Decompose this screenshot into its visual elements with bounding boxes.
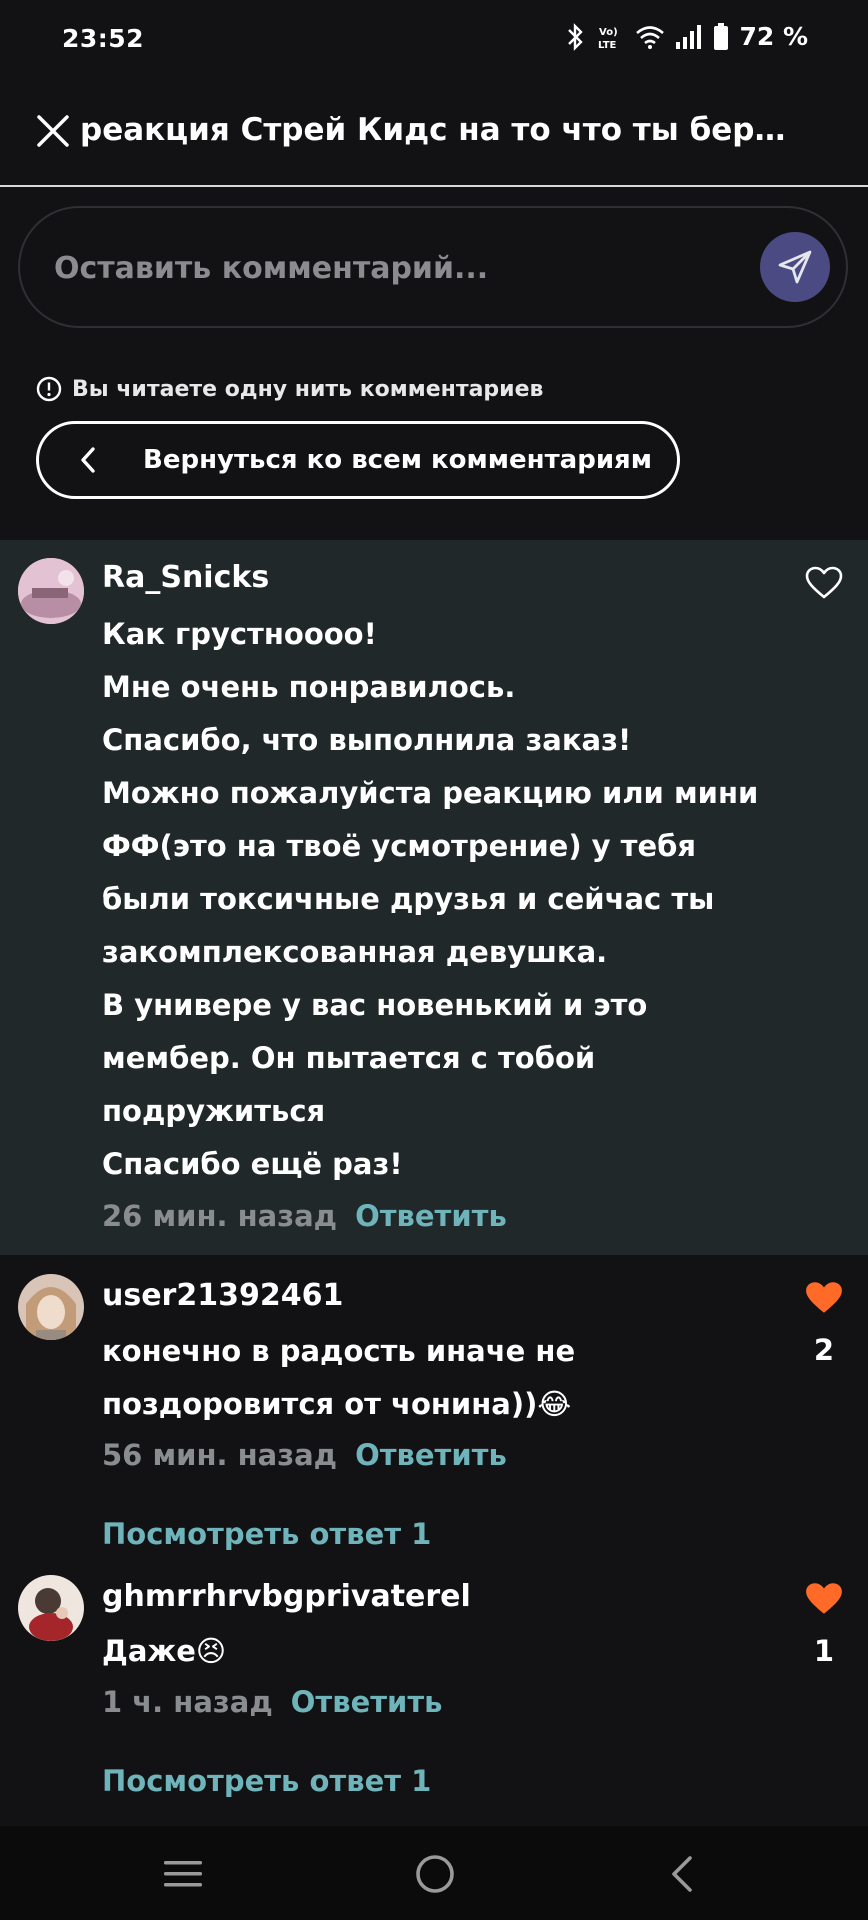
heart-filled-icon[interactable] — [804, 1581, 844, 1617]
header-divider — [0, 185, 868, 187]
battery-icon — [714, 22, 729, 50]
comment-line: Можно пожалуйста реакцию или мини — [102, 776, 759, 810]
system-navigation-bar — [0, 1826, 868, 1920]
like-icon[interactable] — [805, 566, 843, 600]
avatar[interactable] — [18, 1274, 84, 1340]
home-icon[interactable] — [414, 1853, 456, 1895]
comment-text: Даже😣 — [102, 1625, 782, 1678]
comment-line: закомплексованная девушка. — [102, 935, 608, 969]
reply-button[interactable]: Ответить — [291, 1685, 443, 1719]
comment-line: Спасибо, что выполнила заказ! — [102, 723, 632, 757]
signal-icon — [676, 24, 702, 49]
view-replies-link[interactable]: Посмотреть ответ 1 — [102, 1764, 431, 1798]
avatar-image — [18, 558, 84, 624]
avatar-image — [18, 1274, 84, 1340]
send-icon — [778, 250, 812, 284]
comment-line: Даже😣 — [102, 1634, 227, 1668]
back-icon[interactable] — [668, 1854, 696, 1894]
reply-button[interactable]: Ответить — [355, 1199, 507, 1233]
close-icon[interactable] — [36, 114, 70, 148]
comment-line: ФФ(это на твоё усмотрение) у тебя — [102, 829, 697, 863]
view-replies-link[interactable]: Посмотреть ответ 1 — [102, 1517, 431, 1551]
status-time: 23:52 — [62, 24, 145, 53]
battery-level: 72 % — [739, 22, 808, 51]
comment-line: Как грустноооо! — [102, 617, 377, 651]
comment-username[interactable]: user21392461 — [102, 1278, 343, 1313]
comment-line: поздоровится от чонина))😂 — [102, 1387, 572, 1421]
like-count: 2 — [813, 1333, 835, 1367]
recent-apps-icon[interactable] — [162, 1858, 204, 1890]
avatar[interactable] — [18, 558, 84, 624]
comment-line: В универе у вас новенький и это — [102, 988, 648, 1022]
send-button[interactable] — [760, 232, 830, 302]
comment-meta: 1 ч. назад Ответить — [102, 1685, 443, 1719]
comment-line: конечно в радость иначе не — [102, 1334, 576, 1368]
status-icons: Vo) LTE 72 % — [563, 22, 808, 51]
comment-text: конечно в радость иначе не поздоровится … — [102, 1325, 782, 1431]
comment-time: 26 мин. назад — [102, 1199, 338, 1233]
comment-line: подружиться — [102, 1094, 326, 1128]
comment-username[interactable]: ghmrrhrvbgprivaterel — [102, 1579, 471, 1614]
bluetooth-icon — [568, 22, 584, 51]
reply-button[interactable]: Ответить — [355, 1438, 507, 1472]
comment-line: Спасибо ещё раз! — [102, 1147, 403, 1181]
comment-time: 56 мин. назад — [102, 1438, 338, 1472]
comment-line: были токсичные друзья и сейчас ты — [102, 882, 715, 916]
page-title: реакция Стрей Кидс на то что ты береме..… — [80, 112, 800, 148]
comment-time: 1 ч. назад — [102, 1685, 273, 1719]
comment-meta: 56 мин. назад Ответить — [102, 1438, 507, 1472]
thread-notice: Вы читаете одну нить комментариев — [36, 376, 543, 402]
comment-meta: 26 мин. назад Ответить — [102, 1199, 507, 1233]
comment-input[interactable] — [52, 208, 696, 328]
comment-username[interactable]: Ra_Snicks — [102, 560, 269, 595]
back-to-all-comments-button[interactable]: Вернуться ко всем комментариям — [36, 421, 680, 499]
thread-notice-text: Вы читаете одну нить комментариев — [72, 376, 544, 402]
wifi-icon — [636, 25, 665, 49]
comment-composer — [18, 206, 848, 328]
info-icon — [36, 376, 62, 402]
comment-line: мембер. Он пытается с тобой — [102, 1041, 596, 1075]
volte-icon: Vo) LTE — [598, 27, 618, 51]
like-count: 1 — [813, 1634, 835, 1668]
heart-filled-icon[interactable] — [804, 1280, 844, 1316]
avatar-image — [18, 1575, 84, 1641]
svg-text:LTE: LTE — [598, 40, 617, 51]
back-button-label: Вернуться ко всем комментариям — [143, 445, 653, 475]
avatar[interactable] — [18, 1575, 84, 1641]
comment-text: Как грустноооо! Мне очень понравилось. С… — [102, 608, 802, 1191]
chevron-left-icon — [81, 447, 95, 473]
svg-text:Vo): Vo) — [599, 27, 618, 38]
comment-line: Мне очень понравилось. — [102, 670, 516, 704]
